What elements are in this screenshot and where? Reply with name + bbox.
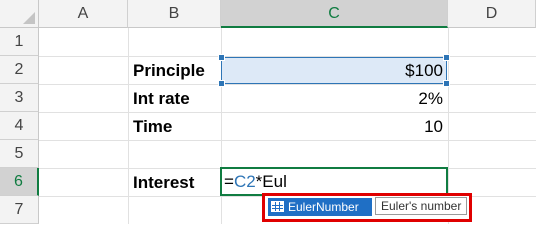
row-header-4[interactable]: 4 [0,112,39,140]
column-header-a[interactable]: A [39,0,128,28]
row-header-3[interactable]: 3 [0,84,39,112]
select-all-button[interactable] [0,0,39,28]
autocomplete-tooltip: Euler's number [375,197,468,215]
cell-c2[interactable]: $100 [224,57,443,85]
formula-rest: *Eul [255,172,287,191]
selection-handle[interactable] [443,54,450,61]
column-header-c[interactable]: C [221,0,448,28]
row-header-7[interactable]: 7 [0,196,39,224]
selection-handle[interactable] [443,80,450,87]
formula-input[interactable]: =C2*Eul [224,168,287,196]
table-icon [271,201,284,212]
cell-b2[interactable]: Principle [133,57,205,85]
row-header-5[interactable]: 5 [0,140,39,168]
autocomplete-item-label: EulerNumber [288,200,359,214]
formula-equals: = [224,172,234,191]
cell-b6[interactable]: Interest [133,169,194,197]
spreadsheet-grid: A B C D 1 2 3 4 5 6 7 Principle $100 Int… [0,0,536,224]
formula-reference: C2 [233,172,256,191]
row-header-6[interactable]: 6 [0,168,39,196]
cell-c3[interactable]: 2% [224,85,443,113]
cell-c4[interactable]: 10 [224,113,443,141]
column-header-d[interactable]: D [448,0,536,28]
cell-b4[interactable]: Time [133,113,172,141]
autocomplete-item-eulernumber[interactable]: EulerNumber [268,198,372,216]
select-all-triangle-icon [23,12,35,24]
cell-b3[interactable]: Int rate [133,85,190,113]
gridline [128,28,129,224]
column-header-b[interactable]: B [128,0,221,28]
row-header-1[interactable]: 1 [0,28,39,56]
row-header-2[interactable]: 2 [0,56,39,84]
